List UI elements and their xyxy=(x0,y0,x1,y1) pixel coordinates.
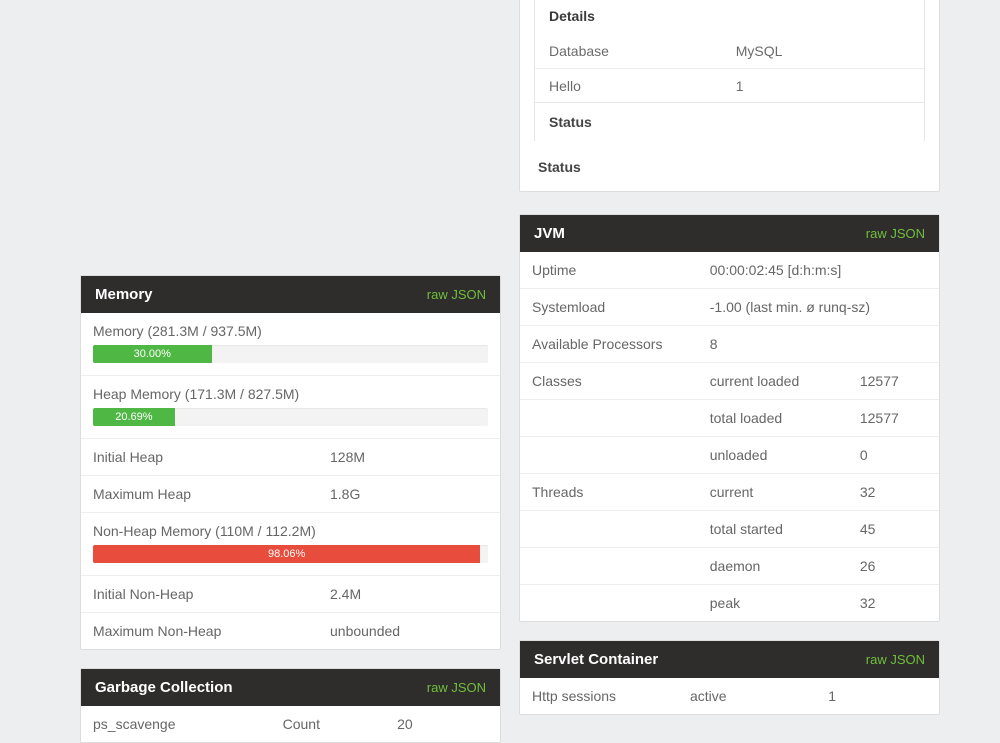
jvm-panel-header: JVM raw JSON xyxy=(520,215,939,252)
servlet-panel-header: Servlet Container raw JSON xyxy=(520,641,939,678)
jvm-threads-daemon-label: daemon xyxy=(710,558,860,574)
servlet-row-value: 1 xyxy=(828,688,927,704)
jvm-uptime-row: Uptime 00:00:02:45 [d:h:m:s] xyxy=(520,252,939,289)
memory-raw-json-link[interactable]: raw JSON xyxy=(427,287,486,302)
details-val: 1 xyxy=(722,69,924,104)
details-title: Details xyxy=(535,0,924,34)
jvm-title: JVM xyxy=(534,225,565,242)
servlet-title: Servlet Container xyxy=(534,651,658,668)
servlet-row-metric: active xyxy=(690,688,828,704)
initial-heap-value: 128M xyxy=(330,449,488,465)
nonheap-memory-progress-bar: 98.06% xyxy=(93,545,480,563)
nonheap-memory-label: Non-Heap Memory (110M / 112.2M) xyxy=(93,523,488,539)
jvm-threads-total-label: total started xyxy=(710,521,860,537)
jvm-classes-unloaded-row: unloaded 0 xyxy=(520,437,939,474)
memory-total-row: Memory (281.3M / 937.5M) 30.00% xyxy=(81,313,500,376)
details-key: Database xyxy=(535,34,722,69)
max-nonheap-row: Maximum Non-Heap unbounded xyxy=(81,613,500,649)
jvm-classes-total-label: total loaded xyxy=(710,410,860,426)
servlet-raw-json-link[interactable]: raw JSON xyxy=(866,652,925,667)
initial-heap-row: Initial Heap 128M xyxy=(81,439,500,476)
jvm-procs-label: Available Processors xyxy=(532,336,710,352)
initial-heap-label: Initial Heap xyxy=(93,449,330,465)
details-status-outer: Status xyxy=(534,141,925,177)
jvm-threads-label: Threads xyxy=(532,484,710,500)
gc-title: Garbage Collection xyxy=(95,679,233,696)
jvm-threads-current-label: current xyxy=(710,484,860,500)
max-nonheap-value: unbounded xyxy=(330,623,488,639)
heap-memory-progress-bar: 20.69% xyxy=(93,408,175,426)
details-status-inner: Status xyxy=(535,102,924,141)
memory-panel: Memory raw JSON Memory (281.3M / 937.5M)… xyxy=(80,275,501,650)
jvm-classes-unloaded-value: 0 xyxy=(860,447,927,463)
jvm-threads-total-value: 45 xyxy=(860,521,927,537)
details-row: Hello 1 xyxy=(535,69,924,104)
max-heap-value: 1.8G xyxy=(330,486,488,502)
servlet-row: Http sessions active 1 xyxy=(520,678,939,714)
jvm-threads-daemon-value: 26 xyxy=(860,558,927,574)
memory-total-progress-bar: 30.00% xyxy=(93,345,212,363)
jvm-threads-peak-row: peak 32 xyxy=(520,585,939,621)
initial-nonheap-label: Initial Non-Heap xyxy=(93,586,330,602)
jvm-classes-total-row: total loaded 12577 xyxy=(520,400,939,437)
servlet-panel: Servlet Container raw JSON Http sessions… xyxy=(519,640,940,715)
gc-row-value: 20 xyxy=(397,716,488,732)
jvm-threads-peak-value: 32 xyxy=(860,595,927,611)
jvm-classes-current-label: current loaded xyxy=(710,373,860,389)
gc-row-name: ps_scavenge xyxy=(93,716,283,732)
gc-row-metric: Count xyxy=(283,716,398,732)
details-table: Database MySQL Hello 1 xyxy=(535,34,924,103)
jvm-procs-row: Available Processors 8 xyxy=(520,326,939,363)
jvm-threads-daemon-row: daemon 26 xyxy=(520,548,939,585)
gc-row: ps_scavenge Count 20 xyxy=(81,706,500,742)
jvm-threads-total-row: total started 45 xyxy=(520,511,939,548)
memory-total-label: Memory (281.3M / 937.5M) xyxy=(93,323,488,339)
max-heap-label: Maximum Heap xyxy=(93,486,330,502)
nonheap-memory-progress: 98.06% xyxy=(93,545,488,563)
jvm-uptime-label: Uptime xyxy=(532,262,710,278)
heap-memory-progress: 20.69% xyxy=(93,408,488,426)
jvm-panel: JVM raw JSON Uptime 00:00:02:45 [d:h:m:s… xyxy=(519,214,940,622)
jvm-sysload-value: -1.00 (last min. ø runq-sz) xyxy=(710,299,927,315)
details-panel: Details Database MySQL Hello 1 Status St… xyxy=(519,0,940,192)
gc-panel: Garbage Collection raw JSON ps_scavenge … xyxy=(80,668,501,743)
servlet-row-name: Http sessions xyxy=(532,688,690,704)
initial-nonheap-value: 2.4M xyxy=(330,586,488,602)
details-key: Hello xyxy=(535,69,722,104)
jvm-procs-value: 8 xyxy=(710,336,927,352)
jvm-sysload-row: Systemload -1.00 (last min. ø runq-sz) xyxy=(520,289,939,326)
gc-raw-json-link[interactable]: raw JSON xyxy=(427,680,486,695)
jvm-threads-current-row: Threads current 32 xyxy=(520,474,939,511)
jvm-threads-peak-label: peak xyxy=(710,595,860,611)
jvm-sysload-label: Systemload xyxy=(532,299,710,315)
jvm-threads-current-value: 32 xyxy=(860,484,927,500)
jvm-classes-current-row: Classes current loaded 12577 xyxy=(520,363,939,400)
details-row: Database MySQL xyxy=(535,34,924,69)
gc-panel-header: Garbage Collection raw JSON xyxy=(81,669,500,706)
initial-nonheap-row: Initial Non-Heap 2.4M xyxy=(81,576,500,613)
memory-total-progress: 30.00% xyxy=(93,345,488,363)
heap-memory-row: Heap Memory (171.3M / 827.5M) 20.69% xyxy=(81,376,500,439)
jvm-classes-unloaded-label: unloaded xyxy=(710,447,860,463)
jvm-raw-json-link[interactable]: raw JSON xyxy=(866,226,925,241)
jvm-uptime-value: 00:00:02:45 [d:h:m:s] xyxy=(710,262,927,278)
jvm-classes-current-value: 12577 xyxy=(860,373,927,389)
memory-title: Memory xyxy=(95,286,153,303)
memory-panel-header: Memory raw JSON xyxy=(81,276,500,313)
jvm-classes-label: Classes xyxy=(532,373,710,389)
max-heap-row: Maximum Heap 1.8G xyxy=(81,476,500,513)
max-nonheap-label: Maximum Non-Heap xyxy=(93,623,330,639)
nonheap-memory-row: Non-Heap Memory (110M / 112.2M) 98.06% xyxy=(81,513,500,576)
jvm-classes-total-value: 12577 xyxy=(860,410,927,426)
heap-memory-label: Heap Memory (171.3M / 827.5M) xyxy=(93,386,488,402)
details-val: MySQL xyxy=(722,34,924,69)
